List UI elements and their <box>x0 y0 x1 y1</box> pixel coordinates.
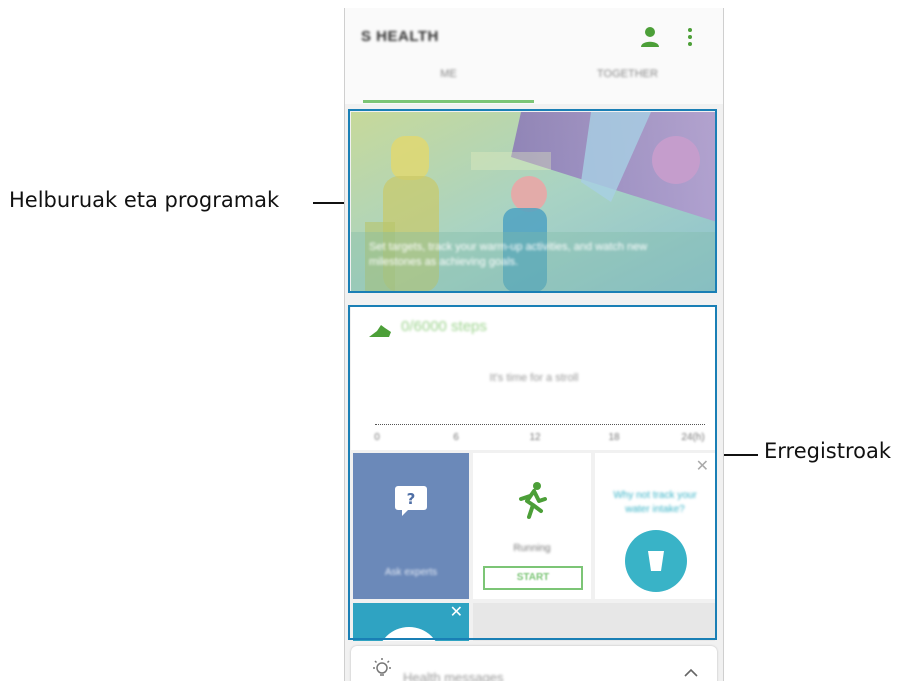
highlight-goals-programs <box>348 109 717 293</box>
chevron-up-icon[interactable] <box>683 668 699 678</box>
app-title: S HEALTH <box>361 28 439 45</box>
highlight-trackers <box>348 305 717 640</box>
tab-indicator <box>363 100 534 103</box>
health-messages-label: Health messages <box>403 670 504 681</box>
callout-trackers: Erregistroak <box>764 439 892 463</box>
more-vert-icon[interactable] <box>685 26 695 48</box>
tab-together[interactable]: TOGETHER <box>535 68 720 80</box>
lightbulb-icon <box>373 658 391 676</box>
tab-me[interactable]: ME <box>356 68 541 80</box>
health-messages-card[interactable]: Health messages <box>351 646 717 681</box>
app-bar: S HEALTH ME TOGETHER <box>345 8 723 104</box>
user-icon[interactable] <box>640 26 660 48</box>
callout-goals-programs: Helburuak eta programak <box>9 188 280 212</box>
